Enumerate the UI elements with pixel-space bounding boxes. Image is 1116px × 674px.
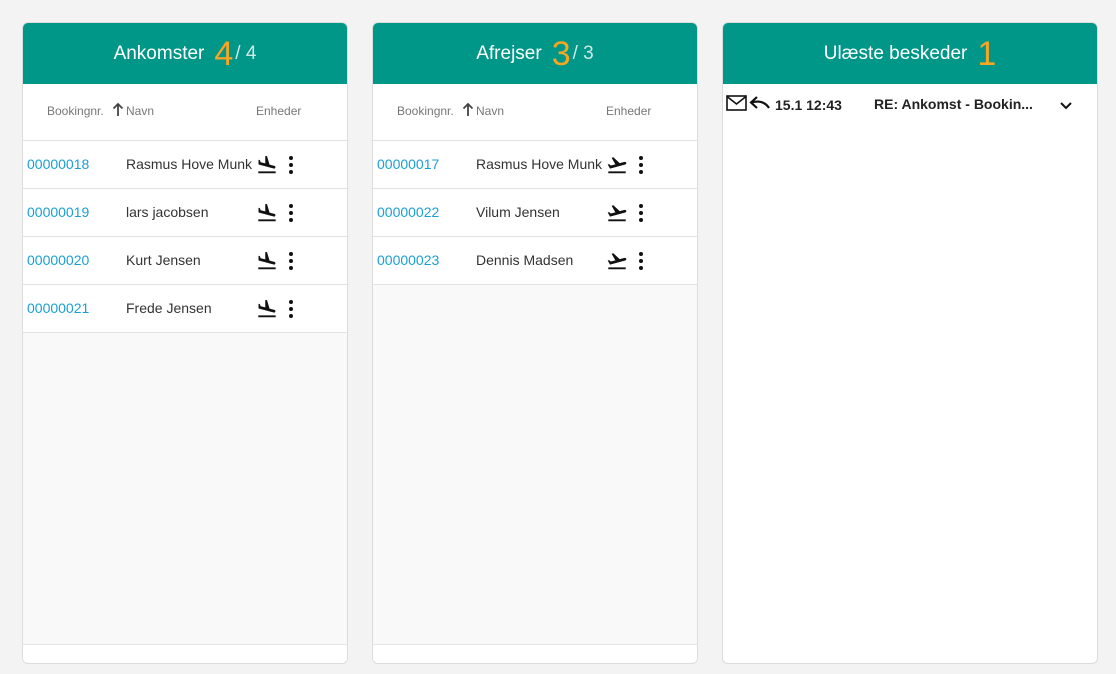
flight-land-icon (256, 250, 278, 272)
booking-number-link[interactable]: 00000019 (27, 204, 89, 220)
arrivals-column-header: Bookingnr. Navn Enheder (23, 84, 347, 141)
booking-number-link[interactable]: 00000017 (377, 156, 439, 172)
mail-icon (726, 95, 747, 111)
table-row[interactable]: 00000022 Vilum Jensen (373, 189, 697, 237)
departures-title: Afrejser (476, 42, 542, 64)
column-booking[interactable]: Bookingnr. (397, 104, 454, 118)
departures-count: 3 (551, 34, 571, 73)
arrivals-header: Ankomster 4 / 4 (23, 23, 347, 84)
guest-name: Kurt Jensen (126, 252, 201, 268)
messages-title: Ulæste beskeder (823, 42, 968, 64)
arrow-up-icon[interactable] (462, 102, 474, 117)
column-name[interactable]: Navn (476, 104, 504, 118)
arrow-up-icon[interactable] (112, 102, 124, 117)
arrivals-count: 4 (214, 34, 234, 73)
arrivals-total: / 4 (235, 42, 257, 64)
departures-total: / 3 (572, 42, 594, 64)
booking-number-link[interactable]: 00000018 (27, 156, 89, 172)
more-vert-icon[interactable] (285, 202, 297, 224)
column-units[interactable]: Enheder (606, 104, 651, 118)
table-row[interactable]: 00000020 Kurt Jensen (23, 237, 347, 285)
guest-name: Vilum Jensen (476, 204, 560, 220)
arrivals-title: Ankomster (113, 42, 205, 64)
flight-land-icon (256, 298, 278, 320)
flight-land-icon (256, 202, 278, 224)
table-row[interactable]: 00000018 Rasmus Hove Munk (23, 141, 347, 189)
departures-footer (373, 644, 697, 663)
column-units[interactable]: Enheder (256, 104, 301, 118)
more-vert-icon[interactable] (285, 154, 297, 176)
booking-number-link[interactable]: 00000022 (377, 204, 439, 220)
message-subject[interactable]: RE: Ankomst - Bookin... (874, 96, 1033, 112)
arrivals-panel: Ankomster 4 / 4 Bookingnr. Navn Enheder … (22, 22, 348, 664)
table-row[interactable]: 00000021 Frede Jensen (23, 285, 347, 333)
table-row[interactable]: 00000023 Dennis Madsen (373, 237, 697, 285)
message-item[interactable]: 15.1 12:43 RE: Ankomst - Bookin... (723, 84, 1097, 124)
booking-number-link[interactable]: 00000020 (27, 252, 89, 268)
flight-takeoff-icon (606, 250, 628, 272)
messages-list: 15.1 12:43 RE: Ankomst - Bookin... (723, 84, 1097, 124)
booking-number-link[interactable]: 00000023 (377, 252, 439, 268)
arrivals-list: 00000018 Rasmus Hove Munk 00000019 lars jac… (23, 141, 347, 333)
guest-name: Dennis Madsen (476, 252, 574, 268)
departures-panel: Afrejser 3 / 3 Bookingnr. Navn Enheder 0… (372, 22, 698, 664)
messages-header: Ulæste beskeder 1 (723, 23, 1097, 84)
guest-name: Rasmus Hove Munk (126, 156, 253, 172)
guest-name: Rasmus Hove Munk (476, 156, 603, 172)
table-row[interactable]: 00000019 lars jacobsen (23, 189, 347, 237)
arrivals-footer (23, 644, 347, 663)
departures-list: 00000017 Rasmus Hove Munk 00000022 Vilum Je… (373, 141, 697, 285)
departures-header: Afrejser 3 / 3 (373, 23, 697, 84)
flight-land-icon (256, 154, 278, 176)
chevron-down-icon[interactable] (1059, 99, 1073, 111)
table-row[interactable]: 00000017 Rasmus Hove Munk (373, 141, 697, 189)
guest-name: Frede Jensen (126, 300, 212, 316)
more-vert-icon[interactable] (285, 250, 297, 272)
messages-count: 1 (977, 34, 997, 73)
messages-panel: Ulæste beskeder 1 15.1 12:43 RE: Ankomst … (722, 22, 1098, 664)
message-time: 15.1 12:43 (775, 97, 842, 113)
flight-takeoff-icon (606, 154, 628, 176)
departures-column-header: Bookingnr. Navn Enheder (373, 84, 697, 141)
column-booking[interactable]: Bookingnr. (47, 104, 104, 118)
guest-name: lars jacobsen (126, 204, 209, 220)
flight-takeoff-icon (606, 202, 628, 224)
reply-icon[interactable] (749, 95, 771, 111)
column-name[interactable]: Navn (126, 104, 154, 118)
more-vert-icon[interactable] (635, 154, 647, 176)
more-vert-icon[interactable] (635, 250, 647, 272)
more-vert-icon[interactable] (285, 298, 297, 320)
booking-number-link[interactable]: 00000021 (27, 300, 89, 316)
more-vert-icon[interactable] (635, 202, 647, 224)
